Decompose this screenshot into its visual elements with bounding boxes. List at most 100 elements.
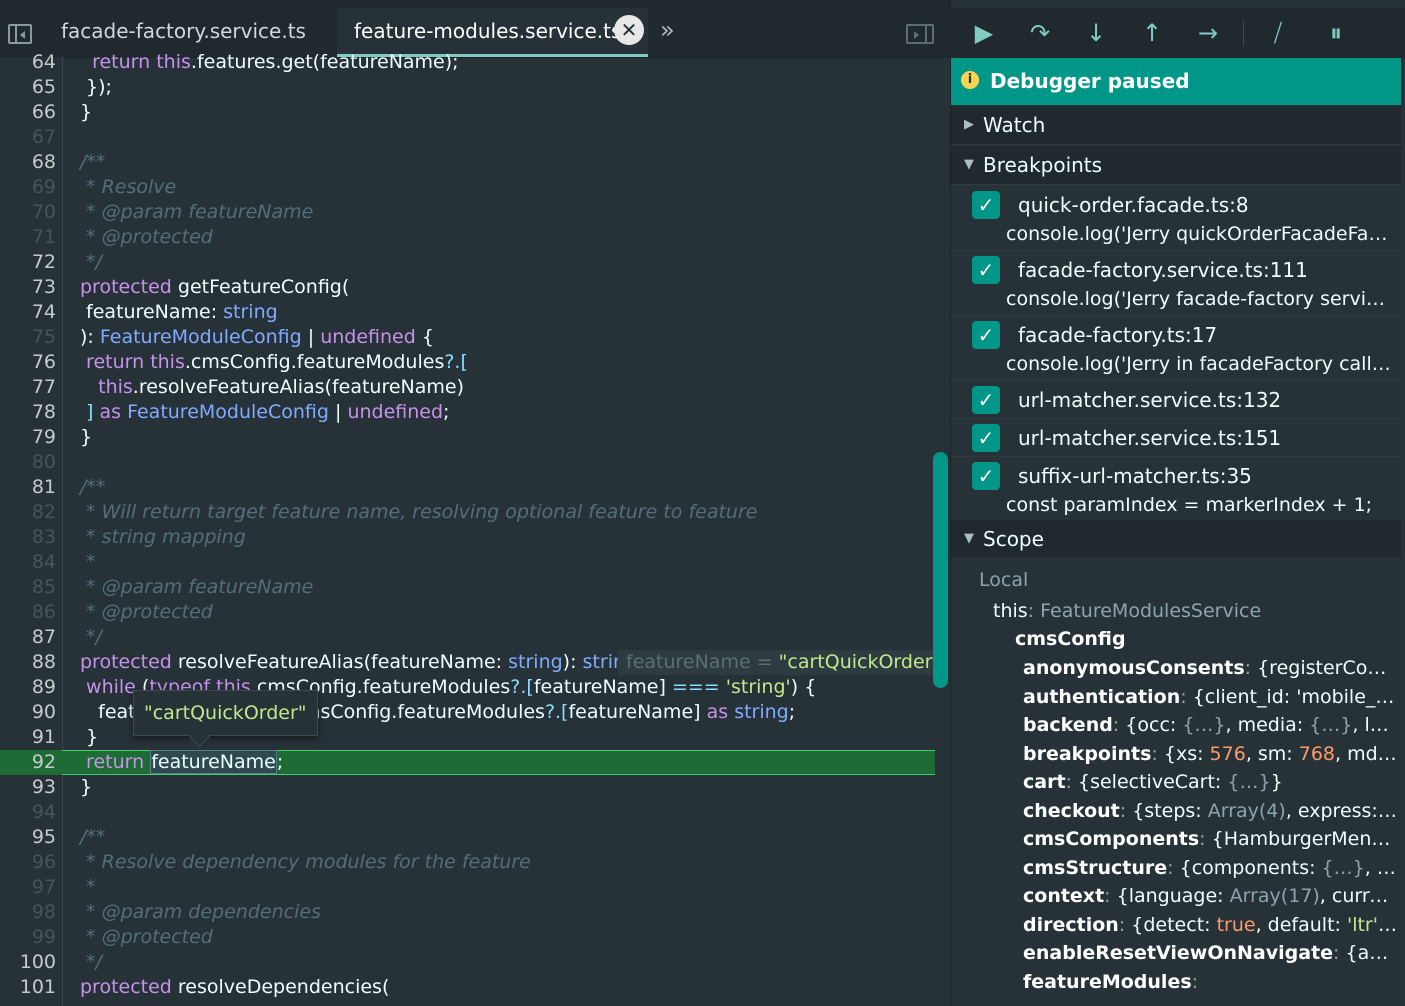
code-line[interactable]: 96 * Resolve dependency modules for the … — [0, 850, 935, 875]
breakpoint-checkbox[interactable]: ✓ — [972, 191, 1000, 219]
line-number[interactable]: 85 — [0, 575, 56, 600]
line-number[interactable]: 88 — [0, 650, 56, 675]
code-line[interactable]: 67 — [0, 125, 935, 150]
code-line[interactable]: 78 ] as FeatureModuleConfig | undefined; — [0, 400, 935, 425]
scope-property-row[interactable]: checkout: {steps: Array(4), express: fal… — [1023, 797, 1398, 825]
code-line[interactable]: 68 /** — [0, 150, 935, 175]
line-number[interactable]: 94 — [0, 800, 56, 825]
code-line[interactable]: 85 * @param featureName — [0, 575, 935, 600]
line-number[interactable]: 98 — [0, 900, 56, 925]
code-line[interactable]: 86 * @protected — [0, 600, 935, 625]
scope-section-header[interactable]: ▼ Scope — [951, 520, 1401, 559]
scope-property-row[interactable]: featureModules: — [1023, 968, 1198, 996]
scope-this-row[interactable]: this: FeatureModulesService — [993, 597, 1261, 625]
scope-property-row[interactable]: context: {language: Array(17), currency:… — [1023, 882, 1398, 910]
scope-property-row[interactable]: authentication: {client_id: 'mobile_andr… — [1023, 683, 1398, 711]
more-tabs-chevron-icon[interactable]: » — [660, 14, 675, 46]
breakpoint-item[interactable]: ✓ suffix-url-matcher.ts:35 const paramInde… — [951, 456, 1401, 522]
code-line[interactable]: 71 * @protected — [0, 225, 935, 250]
code-line[interactable]: 66} — [0, 100, 935, 125]
scope-property-row[interactable]: cmsStructure: {components: {…}, slots: … — [1023, 854, 1398, 882]
breakpoint-checkbox[interactable]: ✓ — [972, 386, 1000, 414]
code-line[interactable]: 77 this.resolveFeatureAlias(featureName) — [0, 375, 935, 400]
scope-cmsconfig-row[interactable]: cmsConfig — [1015, 625, 1126, 653]
line-number[interactable]: 95 — [0, 825, 56, 850]
line-number[interactable]: 89 — [0, 675, 56, 700]
resume-icon[interactable]: ▶ — [967, 18, 1001, 48]
code-line[interactable]: 64 return this.features.get(featureName)… — [0, 50, 935, 75]
line-number[interactable]: 68 — [0, 150, 56, 175]
breakpoint-item[interactable]: ✓ url-matcher.service.ts:151 — [951, 418, 1401, 457]
code-line[interactable]: 95 /** — [0, 825, 935, 850]
line-number[interactable]: 73 — [0, 275, 56, 300]
code-line[interactable]: 75): FeatureModuleConfig | undefined { — [0, 325, 935, 350]
line-number[interactable]: 92 — [0, 750, 56, 775]
line-number[interactable]: 93 — [0, 775, 56, 800]
code-line[interactable]: 65 }); — [0, 75, 935, 100]
code-line[interactable]: 72 */ — [0, 250, 935, 275]
line-number[interactable]: 101 — [0, 975, 56, 1000]
line-number[interactable]: 75 — [0, 325, 56, 350]
code-line[interactable]: 87 */ — [0, 625, 935, 650]
code-area[interactable]: 64 return this.features.get(featureName)… — [0, 50, 935, 1006]
breakpoint-item[interactable]: ✓ facade-factory.ts:17 console.log('Jerry … — [951, 315, 1401, 381]
scope-property-row[interactable]: cmsComponents: {HamburgerMenuCo… — [1023, 825, 1398, 853]
line-number[interactable]: 90 — [0, 700, 56, 725]
line-number[interactable]: 96 — [0, 850, 56, 875]
line-number[interactable]: 65 — [0, 75, 56, 100]
code-line[interactable]: 79} — [0, 425, 935, 450]
close-tab-icon[interactable]: ✕ — [614, 15, 644, 45]
scope-property-row[interactable]: cart: {selectiveCart: {…}} — [1023, 768, 1283, 796]
breakpoint-item[interactable]: ✓ url-matcher.service.ts:132 — [951, 380, 1401, 419]
code-line[interactable]: 76 return this.cmsConfig.featureModules?… — [0, 350, 935, 375]
code-line[interactable]: 100 */ — [0, 950, 935, 975]
code-line[interactable]: 98 * @param dependencies — [0, 900, 935, 925]
line-number[interactable]: 81 — [0, 475, 56, 500]
toggle-debugger-icon[interactable] — [906, 24, 934, 44]
line-number[interactable]: 77 — [0, 375, 56, 400]
line-number[interactable]: 74 — [0, 300, 56, 325]
line-number[interactable]: 86 — [0, 600, 56, 625]
scope-local-label[interactable]: Local — [979, 566, 1028, 594]
code-line[interactable]: 69 * Resolve — [0, 175, 935, 200]
code-line[interactable]: 97 * — [0, 875, 935, 900]
breakpoint-checkbox[interactable]: ✓ — [972, 424, 1000, 452]
code-line[interactable]: 83 * string mapping — [0, 525, 935, 550]
scope-property-row[interactable]: direction: {detect: true, default: 'ltr'… — [1023, 911, 1398, 939]
code-line[interactable]: 73 protected getFeatureConfig( — [0, 275, 935, 300]
code-line[interactable]: 81 /** — [0, 475, 935, 500]
current-execution-line[interactable]: 92 return featureName; — [0, 750, 935, 775]
line-number[interactable]: 76 — [0, 350, 56, 375]
line-number[interactable]: 83 — [0, 525, 56, 550]
line-number[interactable]: 100 — [0, 950, 56, 975]
line-number[interactable]: 91 — [0, 725, 56, 750]
code-line[interactable]: 101 protected resolveDependencies( — [0, 975, 935, 1000]
code-line[interactable]: 94 — [0, 800, 935, 825]
line-number[interactable]: 80 — [0, 450, 56, 475]
line-number[interactable]: 72 — [0, 250, 56, 275]
breakpoint-item[interactable]: ✓ quick-order.facade.ts:8 console.log('Jer… — [951, 185, 1401, 251]
breakpoint-checkbox[interactable]: ✓ — [972, 321, 1000, 349]
scope-property-row[interactable]: backend: {occ: {…}, media: {…}, loadingS… — [1023, 711, 1398, 739]
line-number[interactable]: 67 — [0, 125, 56, 150]
line-number[interactable]: 71 — [0, 225, 56, 250]
line-number[interactable]: 84 — [0, 550, 56, 575]
code-line[interactable]: 74 featureName: string — [0, 300, 935, 325]
step-over-icon[interactable]: ↷ — [1023, 18, 1057, 48]
code-line[interactable]: 84 * — [0, 550, 935, 575]
line-number[interactable]: 82 — [0, 500, 56, 525]
scope-property-row[interactable]: enableResetViewOnNavigate: {active:… — [1023, 939, 1398, 967]
line-number[interactable]: 97 — [0, 875, 56, 900]
code-line[interactable]: 82 * Will return target feature name, re… — [0, 500, 935, 525]
pause-on-exceptions-icon[interactable]: ⏸ — [1319, 18, 1353, 48]
code-line[interactable]: 88 protected resolveFeatureAlias(featureN… — [0, 650, 935, 675]
step-icon[interactable]: → — [1191, 18, 1225, 48]
breakpoint-checkbox[interactable]: ✓ — [972, 256, 1000, 284]
line-number[interactable]: 87 — [0, 625, 56, 650]
line-number[interactable]: 99 — [0, 925, 56, 950]
scope-property-row[interactable]: anonymousConsents: {registerConsent:… — [1023, 654, 1398, 682]
line-number[interactable]: 64 — [0, 50, 56, 75]
code-line[interactable]: 99 * @protected — [0, 925, 935, 950]
breakpoint-checkbox[interactable]: ✓ — [972, 462, 1000, 490]
code-line[interactable]: 80 — [0, 450, 935, 475]
